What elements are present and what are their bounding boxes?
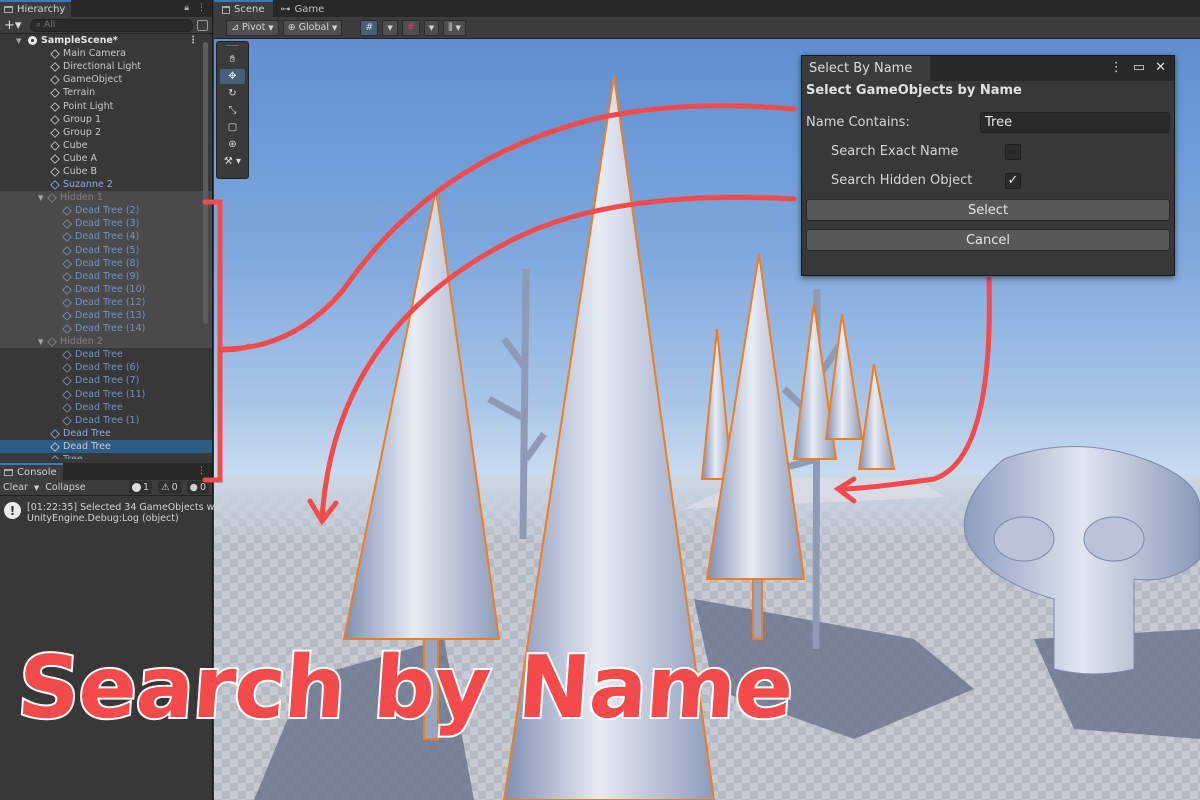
scene-toolbar: ⊿ Pivot ▼ ⊕ Global ▼ # ▼ # ▼ ⫼ ▼ <box>214 17 1200 39</box>
global-dropdown[interactable]: ⊕ Global ▼ <box>282 19 343 36</box>
kebab-menu-icon[interactable]: ⋮ <box>1110 60 1123 75</box>
exact-name-label: Search Exact Name <box>831 144 959 159</box>
log-message: [01:22:35] Selected 34 GameObjects w <box>27 502 215 513</box>
global-label: Global <box>298 22 329 33</box>
snap-icon: # <box>406 22 415 33</box>
unity-editor: Hierarchy 🔒︎ ⋮ +▾ ⌕ All ▼ SampleScene* ⋮… <box>0 0 1200 800</box>
dialog-window-controls: ⋮ ▭ ✕ <box>1110 60 1166 75</box>
chevron-down-icon: ▼ <box>455 23 461 32</box>
maximize-icon[interactable]: ▭ <box>1133 60 1145 75</box>
chevron-down-icon: ▼ <box>268 23 274 32</box>
select-button[interactable]: Select <box>806 199 1170 221</box>
grid-snap-toggle[interactable]: # <box>360 19 379 36</box>
scene-tab-bar: Scene ⊶ Game <box>214 0 1200 17</box>
close-icon[interactable]: ✕ <box>1155 60 1166 75</box>
hidden-object-label: Search Hidden Object <box>831 173 973 188</box>
increment-snap-dropdown[interactable]: ▼ <box>423 19 440 36</box>
console-log-entry[interactable]: ! [01:22:35] Selected 34 GameObjects w U… <box>0 496 215 530</box>
name-contains-label: Name Contains: <box>806 115 910 130</box>
info-message-icon: ! <box>4 502 21 519</box>
log-stacktrace: UnityEngine.Debug:Log (object) <box>27 513 179 524</box>
overlay-title: Search by Name <box>13 636 798 740</box>
tab-game-label: Game <box>294 3 325 15</box>
annotation-bracket <box>202 199 252 483</box>
exact-name-row: Search Exact Name <box>802 137 1174 166</box>
name-contains-row: Name Contains: Tree <box>802 108 1174 137</box>
increment-snap-toggle[interactable]: # <box>401 19 420 36</box>
hidden-object-checkbox[interactable]: ✓ <box>1005 172 1021 189</box>
tab-select-by-name[interactable]: Select By Name <box>802 56 930 81</box>
dialog-heading: Select GameObjects by Name <box>806 83 1022 98</box>
align-icon: ⫼ <box>448 22 453 33</box>
align-toggle[interactable]: ⫼ ▼ <box>443 19 466 36</box>
gamepad-icon: ⊶ <box>280 3 291 15</box>
name-contains-input[interactable]: Tree <box>980 112 1170 133</box>
select-by-name-window: Select By Name ⋮ ▭ ✕ Select GameObjects … <box>801 55 1175 276</box>
grid-snap-dropdown[interactable]: ▼ <box>382 19 398 36</box>
globe-icon: ⊕ <box>287 22 296 33</box>
console-panel: Console ⋮ Clear ▼ Collapse 1 ⚠ 0 ● 0 ! [01… <box>0 463 215 800</box>
dialog-tab-bar: Select By Name ⋮ ▭ ✕ <box>802 56 1174 81</box>
tab-game[interactable]: ⊶ Game <box>273 1 333 17</box>
hidden-object-row: Search Hidden Object ✓ <box>802 166 1174 195</box>
grid-snap-icon: # <box>365 22 374 33</box>
chevron-down-icon: ▼ <box>331 23 338 32</box>
cancel-button[interactable]: Cancel <box>806 229 1170 251</box>
chevron-down-icon: ▼ <box>428 23 435 32</box>
exact-name-checkbox[interactable] <box>1005 143 1021 160</box>
chevron-down-icon: ▼ <box>387 23 393 32</box>
